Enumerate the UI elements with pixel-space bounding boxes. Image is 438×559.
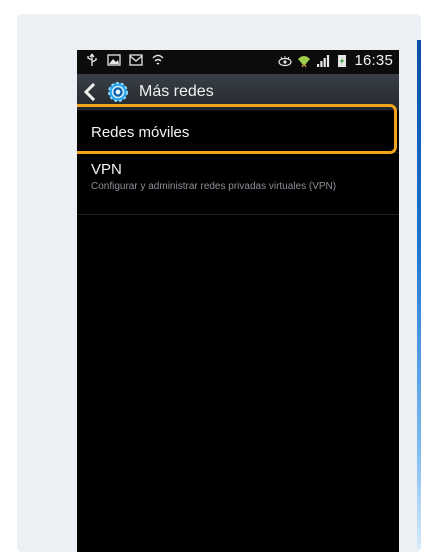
screenshot-card: 16:35 Más redes Redes móviles VPN Config… (17, 14, 421, 552)
list-item-redes-moviles[interactable]: Redes móviles (77, 104, 399, 154)
battery-icon (335, 54, 349, 68)
settings-gear-icon[interactable] (105, 79, 131, 105)
page-title: Más redes (139, 83, 214, 100)
back-arrow-icon[interactable] (83, 82, 96, 102)
mail-icon (129, 53, 143, 67)
highlight-outline (77, 104, 397, 154)
list-item-vpn[interactable]: VPN Configurar y administrar redes priva… (77, 154, 399, 215)
card-accent-bar (417, 40, 421, 552)
vpn-description: Configurar y administrar redes privadas … (91, 181, 337, 192)
vpn-title: VPN (91, 161, 122, 178)
usb-icon (85, 53, 99, 67)
sync-icon (151, 53, 165, 67)
clock-time: 16:35 (354, 52, 393, 69)
phone-screen: 16:35 Más redes Redes móviles VPN Config… (77, 50, 399, 552)
eye-icon (278, 54, 293, 68)
status-bar: 16:35 (77, 50, 399, 74)
wifi-icon (297, 54, 311, 68)
signal-icon (316, 54, 330, 68)
image-icon (107, 53, 121, 67)
